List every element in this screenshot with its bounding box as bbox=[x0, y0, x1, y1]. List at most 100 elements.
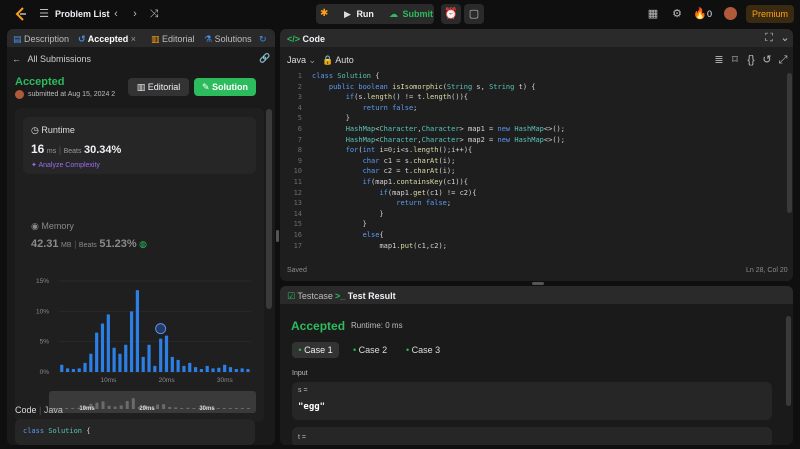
distribution-bar bbox=[228, 367, 233, 372]
line-number: 9 bbox=[297, 156, 302, 165]
editor-title: </> Code bbox=[287, 34, 326, 44]
line-number: 6 bbox=[297, 125, 302, 133]
runtime-card[interactable]: ◷ Runtime 16 ms | Beats 30.34% ✦ Analyze… bbox=[23, 117, 256, 174]
tab-accepted[interactable]: ↺ Accepted × bbox=[78, 34, 136, 45]
code-line[interactable]: 8 for(int i=0;i<s.length();i++){ bbox=[280, 146, 472, 156]
result-scrollbar[interactable] bbox=[786, 316, 791, 406]
leaf-icon: ◍ bbox=[139, 239, 148, 249]
code-line[interactable]: 1 class Solution { bbox=[280, 72, 380, 82]
close-icon[interactable]: × bbox=[131, 34, 136, 44]
tab-test-result[interactable]: >_ Test Result bbox=[335, 291, 396, 301]
solution-button[interactable]: ✎ Solution bbox=[194, 78, 256, 96]
language-select[interactable]: Java ⌄ bbox=[287, 55, 316, 66]
editorial-button[interactable]: ▥ Editorial bbox=[128, 78, 189, 96]
format-icon[interactable]: ≣ bbox=[713, 53, 725, 67]
auto-toggle[interactable]: 🔒 Auto bbox=[322, 55, 354, 66]
layout-icon[interactable]: ▦ bbox=[647, 7, 659, 21]
code-line[interactable]: 11 if(map1.containsKey(c1)){ bbox=[280, 178, 468, 188]
braces-icon[interactable]: {} bbox=[745, 53, 757, 67]
line-number: 10 bbox=[293, 167, 302, 176]
case-1-tab[interactable]: • Case 1 bbox=[292, 342, 339, 358]
tab-description[interactable]: ▤ Description bbox=[13, 34, 69, 45]
editor-scrollbar[interactable] bbox=[787, 73, 792, 213]
avatar[interactable] bbox=[724, 7, 737, 20]
line-text: else{ bbox=[362, 231, 384, 239]
chevron-down-icon[interactable]: ⌄ bbox=[779, 31, 791, 45]
horizontal-split-handle[interactable] bbox=[276, 230, 279, 242]
result-panel: ☑ Testcase >_ Test Result Accepted Runti… bbox=[280, 286, 793, 445]
run-button[interactable]: ▶ Run bbox=[344, 9, 374, 20]
tab-solutions[interactable]: ⚗ Solutions bbox=[204, 34, 252, 45]
list-icon[interactable]: ☰ bbox=[38, 7, 50, 21]
code-line[interactable]: 9 char c1 = s.charAt(i); bbox=[280, 156, 456, 167]
tab-editorial[interactable]: ▥ Editorial bbox=[151, 34, 195, 45]
shuffle-icon[interactable]: ⤨ bbox=[148, 7, 160, 21]
problem-list-link[interactable]: Problem List bbox=[55, 9, 110, 19]
runtime-distribution-chart[interactable]: 15% 10% 5% 0% 10ms 20ms 30ms 10ms 20ms 30ms bbox=[15, 268, 264, 418]
distribution-bar bbox=[211, 368, 215, 372]
line-text: map1.put(c1,c2); bbox=[379, 241, 447, 250]
distribution-bar bbox=[147, 344, 151, 372]
maximize-icon[interactable]: ⛶ bbox=[763, 31, 775, 45]
code-line[interactable]: 4 return false; bbox=[280, 104, 418, 114]
y-tick-label: 0% bbox=[40, 369, 50, 376]
link-icon[interactable]: 🔗 bbox=[259, 53, 270, 64]
analyze-complexity-link[interactable]: ✦ Analyze Complexity bbox=[31, 161, 100, 169]
overview-bar bbox=[168, 407, 172, 409]
distribution-bar bbox=[246, 368, 250, 372]
more-tabs-icon[interactable]: ↻ bbox=[259, 34, 267, 45]
code-line[interactable]: 3 if(s.length() != t.length()){ bbox=[280, 93, 468, 103]
premium-button[interactable]: Premium bbox=[746, 5, 794, 23]
input-box-s: s = "egg" bbox=[292, 382, 772, 420]
input-var-t: t = bbox=[298, 434, 306, 441]
next-problem-icon[interactable]: › bbox=[130, 7, 140, 21]
code-line[interactable]: 17 map1.put(c1,c2); bbox=[280, 242, 447, 252]
code-line[interactable]: 15 } bbox=[280, 220, 367, 230]
distribution-bar bbox=[176, 359, 180, 372]
code-line[interactable]: 6 HashMap<Character,Character> map1 = ne… bbox=[280, 125, 565, 135]
case-2-tab[interactable]: • Case 2 bbox=[353, 342, 387, 358]
overview-bar bbox=[71, 408, 75, 409]
code-line[interactable]: 14 } bbox=[280, 210, 384, 220]
distribution-bar bbox=[188, 362, 192, 372]
reset-icon[interactable]: ↺ bbox=[761, 53, 773, 67]
case-3-tab[interactable]: • Case 3 bbox=[406, 342, 440, 358]
timer-button[interactable]: ⏰ bbox=[441, 4, 461, 24]
debug-icon[interactable]: ✱ bbox=[320, 8, 332, 20]
tab-testcase[interactable]: ☑ Testcase bbox=[287, 291, 333, 302]
notes-button[interactable]: ▢ bbox=[464, 4, 484, 24]
leetcode-logo-icon[interactable] bbox=[14, 7, 28, 21]
distribution-bar bbox=[100, 323, 105, 372]
memory-value-row[interactable]: 42.31 MB | Beats 51.23% ◍ bbox=[31, 238, 147, 250]
saved-status: Saved bbox=[287, 267, 307, 274]
code-line[interactable]: 2 public boolean isIsomorphic(String s, … bbox=[280, 83, 536, 93]
distribution-bar bbox=[240, 368, 244, 372]
input-value-s: "egg" bbox=[298, 402, 326, 412]
input-box-t: t = bbox=[292, 427, 772, 445]
chip-icon: ◉ bbox=[31, 221, 39, 231]
alarm-icon: ⏰ bbox=[444, 8, 458, 20]
code-editor[interactable]: 1 class Solution {2 public boolean isIsom… bbox=[280, 72, 785, 256]
overview-bar bbox=[186, 407, 190, 409]
line-text: char c2 = t.charAt(i); bbox=[362, 167, 456, 176]
code-line[interactable]: 12 if(map1.get(c1) != c2){ bbox=[280, 189, 477, 199]
left-scrollbar[interactable] bbox=[266, 109, 272, 309]
vertical-split-handle[interactable] bbox=[532, 282, 544, 285]
bookmark-icon[interactable]: ⌑ bbox=[729, 53, 741, 67]
code-line[interactable]: 10 char c2 = t.charAt(i); bbox=[280, 167, 456, 177]
line-number: 16 bbox=[293, 231, 302, 239]
line-number: 13 bbox=[293, 199, 302, 208]
code-line[interactable]: 16 else{ bbox=[280, 231, 384, 241]
back-all-submissions[interactable]: ← All Submissions bbox=[12, 54, 91, 64]
overview-bar bbox=[113, 406, 117, 409]
code-line[interactable]: 5 } bbox=[280, 114, 350, 124]
submit-button[interactable]: ☁ Submit bbox=[389, 9, 433, 20]
fullscreen-icon[interactable]: ⤢ bbox=[777, 53, 789, 67]
code-line[interactable]: 7 HashMap<Character,Character> map2 = ne… bbox=[280, 136, 565, 146]
gear-icon[interactable]: ⚙ bbox=[671, 7, 683, 21]
code-line[interactable]: 13 return false; bbox=[280, 199, 452, 209]
prev-problem-icon[interactable]: ‹ bbox=[111, 7, 121, 21]
overview-bar bbox=[216, 408, 220, 409]
distribution-bar bbox=[118, 353, 122, 372]
overview-bar bbox=[95, 402, 99, 409]
